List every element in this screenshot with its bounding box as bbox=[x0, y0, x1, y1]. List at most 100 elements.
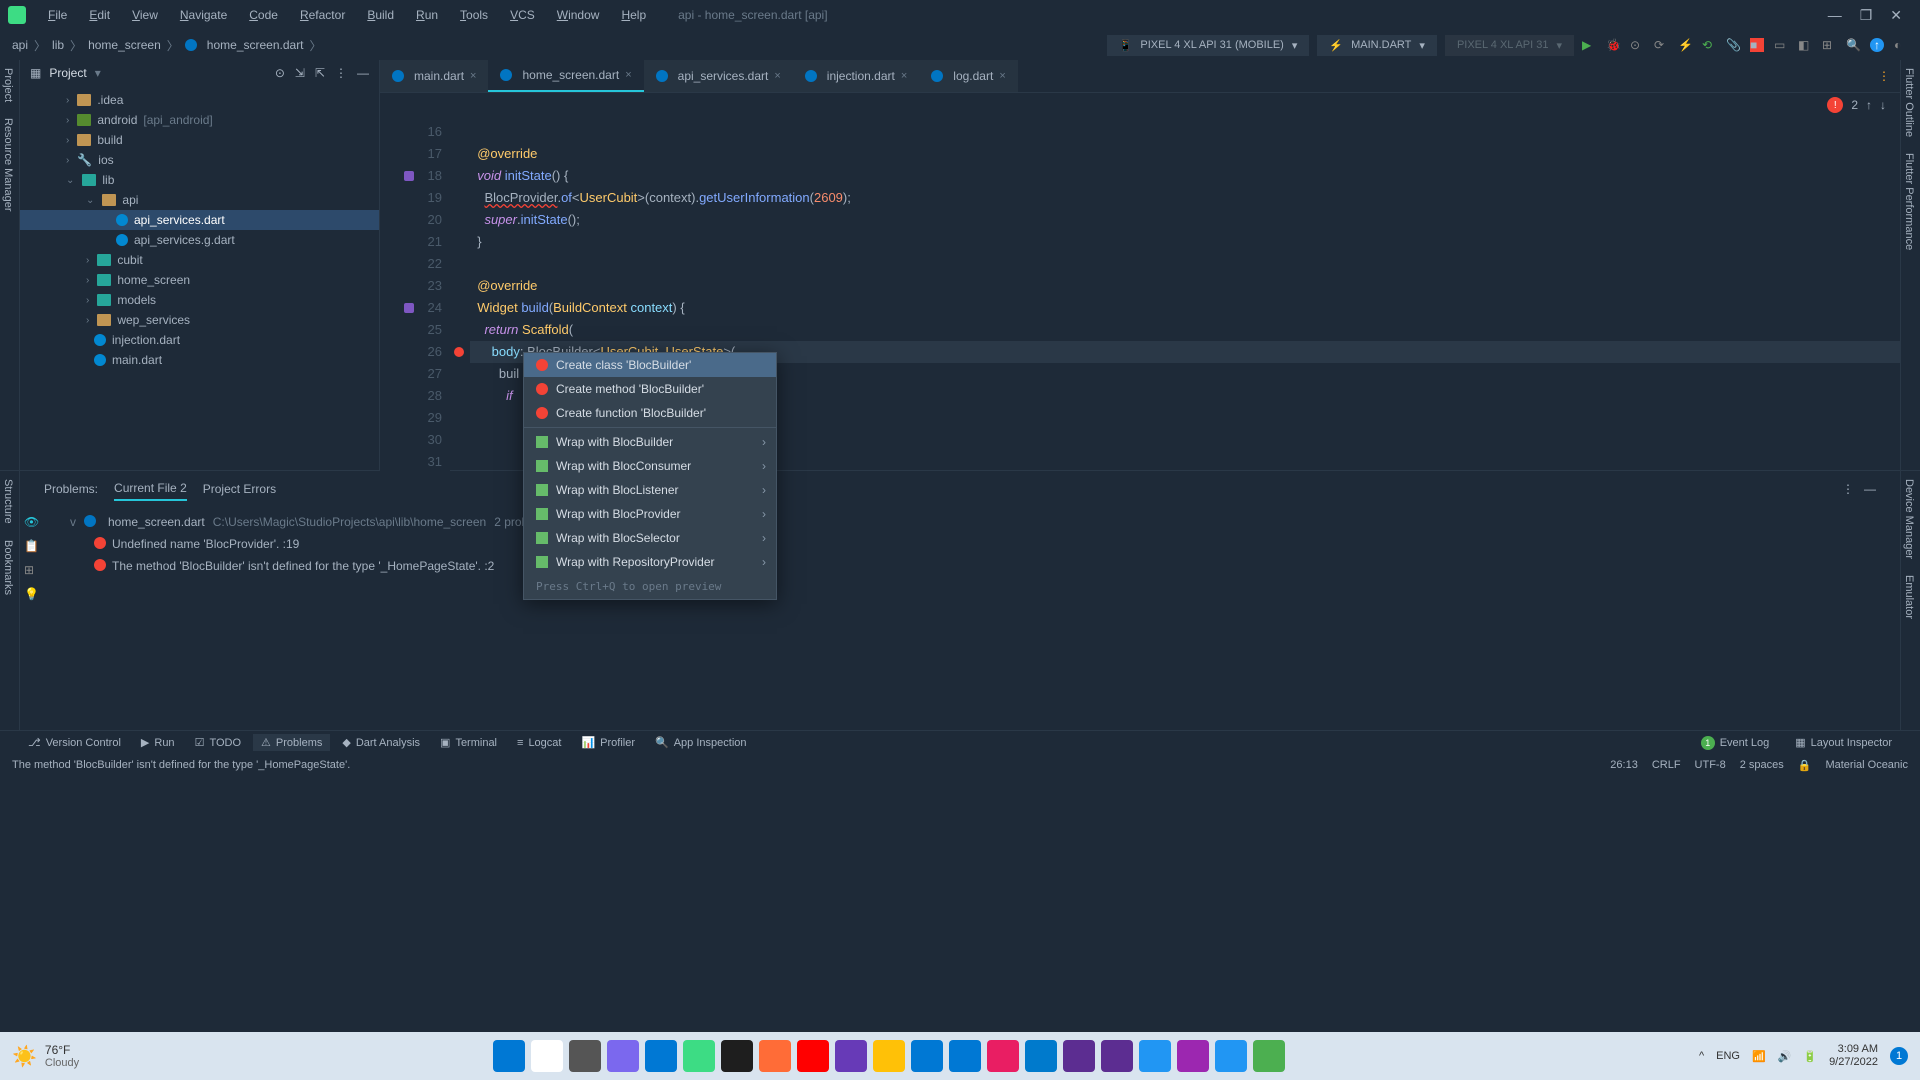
menu-file[interactable]: File bbox=[38, 4, 77, 26]
taskbar-edge[interactable] bbox=[645, 1040, 677, 1072]
search-icon[interactable]: 🔍 bbox=[1846, 38, 1860, 52]
intention-item[interactable]: Create method 'BlocBuilder' bbox=[524, 377, 776, 401]
bottom-tab-todo[interactable]: ☑TODO bbox=[187, 734, 249, 751]
taskbar-search[interactable] bbox=[531, 1040, 563, 1072]
rail-flutter-performance[interactable]: Flutter Performance bbox=[1901, 145, 1917, 258]
taskbar-app3[interactable] bbox=[1215, 1040, 1247, 1072]
taskbar-vscode[interactable] bbox=[1025, 1040, 1057, 1072]
intention-item[interactable]: Wrap with BlocListener› bbox=[524, 478, 776, 502]
taskbar-vs[interactable] bbox=[1063, 1040, 1095, 1072]
menu-edit[interactable]: Edit bbox=[79, 4, 120, 26]
bottom-tab-terminal[interactable]: ▣Terminal bbox=[432, 734, 505, 751]
tab-injection-dart[interactable]: injection.dart× bbox=[793, 60, 919, 92]
bottom-tab-version-control[interactable]: ⎇Version Control bbox=[20, 734, 129, 751]
rail-flutter-outline[interactable]: Flutter Outline bbox=[1901, 60, 1917, 145]
theme-indicator[interactable]: Material Oceanic bbox=[1825, 759, 1908, 771]
collapse-icon[interactable]: ⇱ bbox=[315, 66, 325, 80]
line-ending[interactable]: CRLF bbox=[1652, 759, 1681, 771]
bottom-tab-layout-inspector[interactable]: ▦Layout Inspector bbox=[1787, 734, 1900, 752]
bottom-tab-event-log[interactable]: 1Event Log bbox=[1693, 734, 1778, 752]
attach-icon[interactable]: 📎 bbox=[1726, 38, 1740, 52]
taskbar-app2[interactable] bbox=[1177, 1040, 1209, 1072]
profile-icon[interactable]: ⟳ bbox=[1654, 38, 1668, 52]
tree-item--idea[interactable]: ›.idea bbox=[20, 90, 379, 110]
error-count-badge[interactable]: ! bbox=[1827, 97, 1843, 113]
intention-item[interactable]: Wrap with BlocProvider› bbox=[524, 502, 776, 526]
taskbar-app[interactable] bbox=[607, 1040, 639, 1072]
taskbar-app4[interactable] bbox=[1253, 1040, 1285, 1072]
intention-item[interactable]: Create function 'BlocBuilder' bbox=[524, 401, 776, 425]
bottom-tab-profiler[interactable]: 📊Profiler bbox=[573, 734, 643, 751]
debug-icon[interactable]: 🐞 bbox=[1606, 38, 1620, 52]
bottom-tab-logcat[interactable]: ≡Logcat bbox=[509, 735, 569, 751]
rail-device-manager[interactable]: Device Manager bbox=[1901, 471, 1917, 567]
tree-item-ios[interactable]: ›🔧ios bbox=[20, 150, 379, 170]
run-icon[interactable]: ▶ bbox=[1582, 38, 1596, 52]
file-encoding[interactable]: UTF-8 bbox=[1695, 759, 1726, 771]
device-frame-icon[interactable]: ▭ bbox=[1774, 38, 1788, 52]
tree-item-cubit[interactable]: ›cubit bbox=[20, 250, 379, 270]
taskbar-figma[interactable] bbox=[721, 1040, 753, 1072]
tree-item-injection-dart[interactable]: injection.dart bbox=[20, 330, 379, 350]
cursor-position[interactable]: 26:13 bbox=[1610, 759, 1638, 771]
tab-project-errors[interactable]: Project Errors bbox=[203, 478, 276, 500]
minimize-icon[interactable]: — bbox=[1828, 7, 1842, 24]
project-tree[interactable]: ›.idea›android [api_android]›build›🔧ios⌄… bbox=[20, 86, 379, 374]
close-tab-icon[interactable]: × bbox=[901, 70, 907, 82]
tree-item-lib[interactable]: ⌄lib bbox=[20, 170, 379, 190]
menu-tools[interactable]: Tools bbox=[450, 4, 498, 26]
hot-reload-icon[interactable]: ⚡ bbox=[1678, 38, 1692, 52]
taskbar-start[interactable] bbox=[493, 1040, 525, 1072]
taskbar-youtube[interactable] bbox=[797, 1040, 829, 1072]
taskbar-postman[interactable] bbox=[759, 1040, 791, 1072]
bulb-icon[interactable]: 💡 bbox=[24, 587, 56, 601]
hot-restart-icon[interactable]: ⟲ bbox=[1702, 38, 1716, 52]
menu-refactor[interactable]: Refactor bbox=[290, 4, 355, 26]
tree-item-api-services-dart[interactable]: api_services.dart bbox=[20, 210, 379, 230]
menu-navigate[interactable]: Navigate bbox=[170, 4, 237, 26]
intention-item[interactable]: Wrap with RepositoryProvider› bbox=[524, 550, 776, 574]
run-config-selector[interactable]: ⚡ MAIN.DART ▾ bbox=[1317, 35, 1437, 56]
sdk-icon[interactable]: ⊞ bbox=[1822, 38, 1836, 52]
indent-setting[interactable]: 2 spaces bbox=[1740, 759, 1784, 771]
tab-current-file[interactable]: Current File 2 bbox=[114, 477, 187, 501]
tree-item-build[interactable]: ›build bbox=[20, 130, 379, 150]
bottom-tab-app-inspection[interactable]: 🔍App Inspection bbox=[647, 734, 754, 751]
tree-item-api[interactable]: ⌄api bbox=[20, 190, 379, 210]
taskbar-taskview[interactable] bbox=[569, 1040, 601, 1072]
view-icon[interactable]: 👁 bbox=[24, 515, 56, 529]
taskbar-store[interactable] bbox=[949, 1040, 981, 1072]
bottom-tab-dart-analysis[interactable]: ◆Dart Analysis bbox=[334, 734, 428, 751]
breadcrumb[interactable]: lib bbox=[52, 38, 64, 52]
tabs-options-icon[interactable]: ⋮ bbox=[1878, 69, 1890, 83]
expand-icon[interactable]: ⇲ bbox=[295, 66, 305, 80]
tab-home-screen-dart[interactable]: home_screen.dart× bbox=[488, 60, 643, 92]
lock-icon[interactable]: 🔒 bbox=[1798, 759, 1812, 772]
breadcrumb[interactable]: home_screen.dart bbox=[207, 38, 304, 52]
tray-notifications-icon[interactable]: 1 bbox=[1890, 1047, 1908, 1065]
bottom-tab-problems[interactable]: ⚠Problems bbox=[253, 734, 330, 751]
bottom-tab-run[interactable]: ▶Run bbox=[133, 734, 183, 751]
minimize-panel-icon[interactable]: — bbox=[357, 66, 369, 80]
rail-project[interactable]: Project bbox=[0, 60, 16, 110]
menu-help[interactable]: Help bbox=[611, 4, 656, 26]
rail-bookmarks[interactable]: Bookmarks bbox=[0, 532, 16, 603]
problem-file-row[interactable]: v home_screen.dart C:\Users\Magic\Studio… bbox=[70, 511, 528, 533]
taskbar-explorer[interactable] bbox=[873, 1040, 905, 1072]
tray-battery-icon[interactable]: 🔋 bbox=[1803, 1050, 1817, 1063]
taskbar-media[interactable] bbox=[835, 1040, 867, 1072]
problem-row[interactable]: Undefined name 'BlocProvider'. :19 bbox=[70, 533, 528, 555]
tray-lang[interactable]: ENG bbox=[1716, 1050, 1740, 1062]
tab-log-dart[interactable]: log.dart× bbox=[919, 60, 1017, 92]
taskbar-weather[interactable]: ☀️ 76°F Cloudy bbox=[12, 1043, 79, 1069]
tab-api-services-dart[interactable]: api_services.dart× bbox=[644, 60, 793, 92]
maximize-icon[interactable]: ❐ bbox=[1860, 7, 1873, 24]
intention-bulb-icon[interactable] bbox=[454, 347, 464, 357]
expand-all-icon[interactable]: ⊞ bbox=[24, 563, 56, 577]
taskbar-movies[interactable] bbox=[911, 1040, 943, 1072]
device-selector[interactable]: 📱 PIXEL 4 XL API 31 (MOBILE) ▾ bbox=[1107, 35, 1310, 56]
taskbar-android-studio[interactable] bbox=[683, 1040, 715, 1072]
taskbar-rec[interactable] bbox=[987, 1040, 1019, 1072]
menu-code[interactable]: Code bbox=[239, 4, 288, 26]
target-icon[interactable]: ⊙ bbox=[275, 66, 285, 80]
